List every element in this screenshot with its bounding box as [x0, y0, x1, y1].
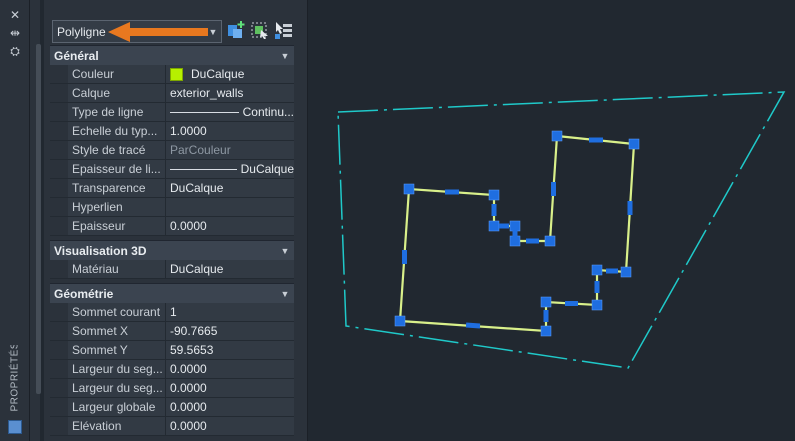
palette-title-strip: ✕ ⇹ ⛭ PROPRIÉTÉS [0, 0, 30, 441]
chevron-down-icon[interactable]: ▼ [276, 246, 294, 256]
property-row-current-vertex[interactable]: Sommet courant 1 [50, 303, 294, 322]
linetype-preview [170, 111, 239, 113]
close-icon[interactable]: ✕ [0, 7, 30, 23]
property-row-transparency[interactable]: Transparence DuCalque [50, 179, 294, 198]
property-row-plot-style[interactable]: Style de tracé ParCouleur [50, 141, 294, 160]
drawing-canvas[interactable] [309, 0, 795, 441]
scrollbar[interactable] [36, 44, 41, 394]
lineweight-preview [170, 168, 237, 170]
property-row-end-width[interactable]: Largeur du seg... 0.0000 [50, 379, 294, 398]
property-row-start-width[interactable]: Largeur du seg... 0.0000 [50, 360, 294, 379]
section-general[interactable]: Général ▼ [50, 45, 294, 65]
chevron-down-icon[interactable]: ▼ [276, 51, 294, 61]
palette-title: PROPRIÉTÉS [9, 345, 21, 412]
palette-properties-icon[interactable] [8, 420, 22, 434]
section-title: Visualisation 3D [54, 243, 147, 258]
property-row-vertex-x[interactable]: Sommet X -90.7665 [50, 322, 294, 341]
section-title: Géométrie [54, 286, 114, 301]
property-row-global-width[interactable]: Largeur globale 0.0000 [50, 398, 294, 417]
settings-icon[interactable]: ⛭ [0, 43, 30, 59]
property-row-linetype[interactable]: Type de ligne Continu... [50, 103, 294, 122]
property-row-thickness[interactable]: Epaisseur 0.0000 [50, 217, 294, 236]
property-row-hyperlink[interactable]: Hyperlien [50, 198, 294, 217]
section-3d-visualization[interactable]: Visualisation 3D ▼ [50, 240, 294, 260]
annotation-arrow-icon [108, 22, 208, 42]
property-row-color[interactable]: Couleur DuCalque [50, 65, 294, 84]
select-objects-icon[interactable] [250, 20, 270, 40]
properties-panel: Polyligne ▼ Général ▼ Couleur DuCalque Ca… [44, 0, 308, 441]
property-row-linetype-scale[interactable]: Echelle du typ... 1.0000 [50, 122, 294, 141]
pickadd-toggle-icon[interactable] [274, 20, 294, 40]
section-geometry[interactable]: Géométrie ▼ [50, 283, 294, 303]
property-row-lineweight[interactable]: Epaisseur de li... DuCalque [50, 160, 294, 179]
chevron-down-icon[interactable]: ▼ [276, 289, 294, 299]
property-row-material[interactable]: Matériau DuCalque [50, 260, 294, 279]
property-row-vertex-y[interactable]: Sommet Y 59.5653 [50, 341, 294, 360]
property-grid: Général ▼ Couleur DuCalque Calque exterior… [50, 45, 294, 436]
section-title: Général [54, 48, 99, 63]
property-row-elevation[interactable]: Elévation 0.0000 [50, 417, 294, 436]
color-swatch [170, 67, 183, 81]
property-row-layer[interactable]: Calque exterior_walls [50, 84, 294, 103]
quick-select-icon[interactable] [226, 20, 246, 40]
autohide-icon[interactable]: ⇹ [0, 25, 30, 41]
